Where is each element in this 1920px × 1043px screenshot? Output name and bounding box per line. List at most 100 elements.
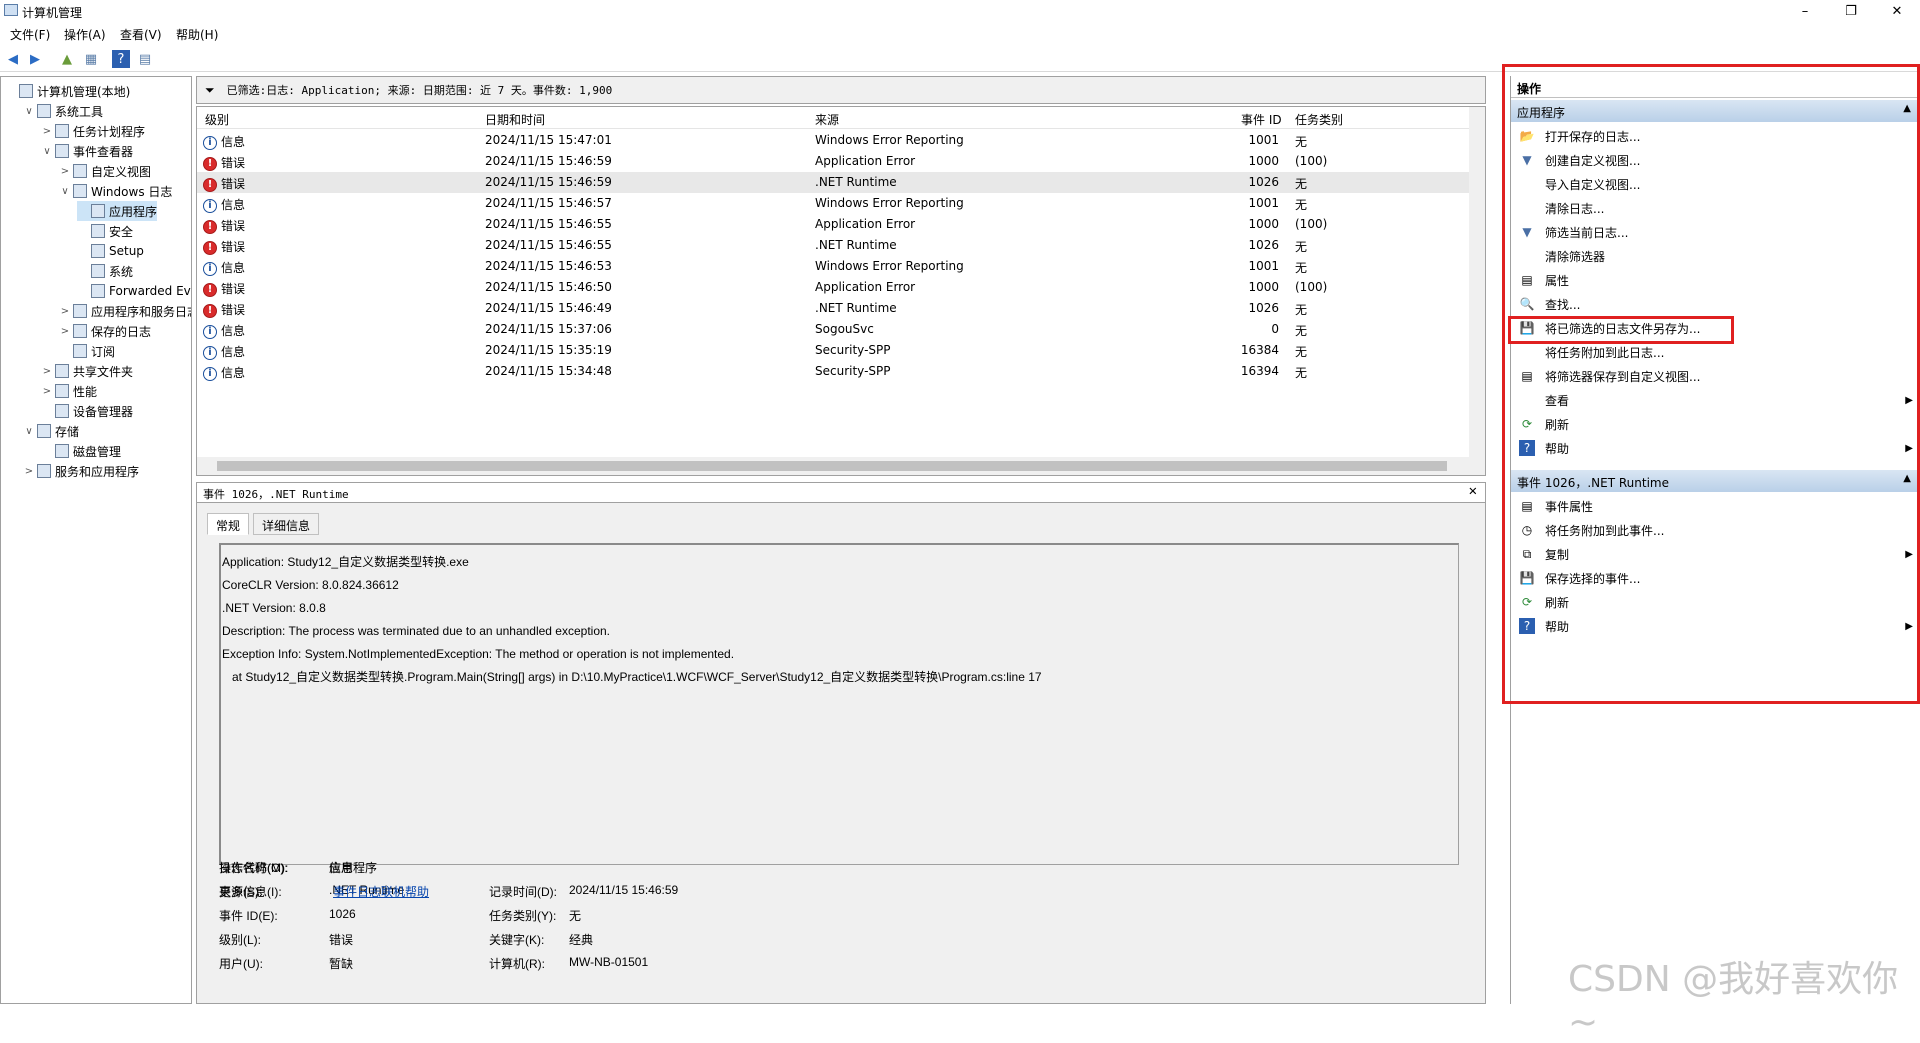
filter-bar: ⏷ 已筛选:日志: Application; 来源: 日期范围: 近 7 天。事… (196, 76, 1486, 104)
tree-item-label: 设备管理器 (73, 404, 134, 419)
tree-item[interactable]: 订阅 (59, 341, 115, 361)
tree-item[interactable]: > 性能 (41, 381, 97, 401)
tree-item[interactable]: ∨ 系统工具 (23, 101, 103, 121)
column-level[interactable]: 级别 (205, 111, 229, 128)
event-icon (55, 144, 69, 158)
info-icon: i (203, 345, 217, 360)
tree-item[interactable]: 安全 (77, 221, 133, 241)
event-id: 1026 (1248, 175, 1279, 189)
event-row[interactable]: i 信息 2024/11/15 15:47:01 Windows Error Repo… (197, 130, 1469, 151)
expand-chevron-icon[interactable]: > (59, 326, 71, 337)
menu-action[interactable]: 操作(A) (64, 26, 106, 43)
tab-general[interactable]: 常规 (207, 513, 250, 535)
minimize-button[interactable]: – (1782, 0, 1828, 22)
event-description[interactable]: Application: Study12_自定义数据类型转换.exe CoreC… (219, 543, 1459, 865)
expand-chevron-icon[interactable]: > (59, 166, 71, 177)
clock-icon (55, 124, 69, 138)
folder-icon (73, 184, 87, 198)
event-task-category: 无 (1295, 177, 1308, 191)
expand-chevron-icon[interactable]: ∨ (59, 186, 71, 197)
tree-item[interactable]: Setup (77, 241, 144, 261)
computer-icon (19, 84, 33, 98)
forward-arrow-icon[interactable]: ▶ (26, 50, 44, 68)
tree-item[interactable]: 磁盘管理 (41, 441, 121, 461)
storage-icon (37, 424, 51, 438)
event-level: ! 错误 (203, 175, 245, 192)
tree-item[interactable]: > 共享文件夹 (41, 361, 133, 381)
close-button[interactable]: ✕ (1874, 0, 1920, 22)
event-list-horizontal-scrollbar[interactable] (197, 457, 1485, 475)
event-source: .NET Runtime (815, 238, 897, 252)
tree-item[interactable]: > 保存的日志 (59, 321, 151, 341)
event-row[interactable]: i 信息 2024/11/15 15:35:19 Security-SPP 16384 无 (197, 340, 1469, 361)
tree-item[interactable]: Forwarded Eve (77, 281, 192, 301)
expand-chevron-icon[interactable]: > (41, 126, 53, 137)
event-source: Windows Error Reporting (815, 133, 964, 147)
tree-item[interactable]: > 服务和应用程序 (23, 461, 139, 481)
keywords-value: 经典 (569, 933, 594, 947)
tree-item[interactable]: ∨ Windows 日志 (59, 181, 172, 201)
scroll-thumb[interactable] (217, 461, 1447, 471)
maximize-button[interactable]: ❐ (1828, 0, 1874, 22)
window-title: 计算机管理 (22, 6, 83, 20)
tree-item[interactable]: 计算机管理(本地) (5, 81, 130, 101)
tree-item-label: 自定义视图 (91, 164, 152, 179)
column-source[interactable]: 来源 (815, 111, 839, 128)
navigation-tree[interactable]: 计算机管理(本地) ∨ 系统工具 > 任务计划程序 ∨ 事件查看器 > 自定义视图 ∨ Window… (0, 76, 192, 1004)
expand-chevron-icon[interactable]: ∨ (41, 146, 53, 157)
expand-chevron-icon[interactable]: ∨ (23, 106, 35, 117)
event-row[interactable]: i 信息 2024/11/15 15:46:53 Windows Error Repo… (197, 256, 1469, 277)
tree-item[interactable]: ∨ 事件查看器 (41, 141, 133, 161)
menu-help[interactable]: 帮助(H) (176, 26, 218, 43)
info-icon: i (203, 366, 217, 381)
up-folder-icon[interactable]: ▲ (58, 50, 76, 68)
expand-chevron-icon[interactable]: > (59, 306, 71, 317)
show-hide-tree-icon[interactable]: ▦ (82, 50, 100, 68)
expand-chevron-icon[interactable]: > (23, 466, 35, 477)
tree-item[interactable]: > 应用程序和服务日志 (59, 301, 191, 321)
tree-item-label: 安全 (109, 224, 134, 239)
event-row[interactable]: i 信息 2024/11/15 15:37:06 SogouSvc 0 无 (197, 319, 1469, 340)
event-row[interactable]: i 信息 2024/11/15 15:46:57 Windows Error Repo… (197, 193, 1469, 214)
column-task-category[interactable]: 任务类别 (1295, 111, 1343, 128)
column-datetime[interactable]: 日期和时间 (485, 111, 545, 128)
perf-icon (55, 384, 69, 398)
event-row[interactable]: ! 错误 2024/11/15 15:46:50 Application Error 1… (197, 277, 1469, 298)
event-task-category: 无 (1295, 261, 1308, 275)
tree-item[interactable]: > 自定义视图 (59, 161, 151, 181)
menu-view[interactable]: 查看(V) (120, 26, 162, 43)
more-info-value[interactable]: 事件日志联机帮助 (333, 883, 429, 900)
error-icon: ! (203, 156, 217, 171)
event-row[interactable]: ! 错误 2024/11/15 15:46:55 .NET Runtime 1026 无 (197, 235, 1469, 256)
menu-file[interactable]: 文件(F) (10, 26, 50, 43)
expand-chevron-icon[interactable]: > (41, 386, 53, 397)
event-datetime: 2024/11/15 15:34:48 (485, 364, 612, 378)
event-datetime: 2024/11/15 15:46:55 (485, 238, 612, 252)
tree-item-label: 磁盘管理 (73, 444, 122, 459)
tree-item[interactable]: 应用程序 (77, 201, 158, 221)
event-row[interactable]: ! 错误 2024/11/15 15:46:55 Application Error 1… (197, 214, 1469, 235)
event-row[interactable]: ! 错误 2024/11/15 15:46:59 Application Error 1… (197, 151, 1469, 172)
event-row[interactable]: i 信息 2024/11/15 15:34:48 Security-SPP 16394 无 (197, 361, 1469, 382)
tree-item[interactable]: ∨ 存储 (23, 421, 79, 441)
close-detail-icon[interactable]: ✕ (1469, 483, 1477, 499)
tree-item[interactable]: 设备管理器 (41, 401, 133, 421)
tree-item-label: Forwarded Eve (109, 284, 192, 298)
event-row[interactable]: ! 错误 2024/11/15 15:46:49 .NET Runtime 1026 无 (197, 298, 1469, 319)
event-task-category: 无 (1295, 345, 1308, 359)
properties-icon[interactable]: ▤ (136, 50, 154, 68)
back-arrow-icon[interactable]: ◀ (4, 50, 22, 68)
event-source: Application Error (815, 280, 916, 294)
filter-icon: ⏷ (205, 82, 215, 97)
tree-item[interactable]: > 任务计划程序 (41, 121, 145, 141)
column-event-id[interactable]: 事件 ID (1241, 111, 1282, 128)
tab-details[interactable]: 详细信息 (253, 513, 320, 535)
event-row[interactable]: ! 错误 2024/11/15 15:46:59 .NET Runtime 1026 无 (197, 172, 1469, 193)
level-text: 信息 (221, 324, 246, 338)
help-icon[interactable]: ? (112, 50, 130, 68)
expand-chevron-icon[interactable]: > (41, 366, 53, 377)
expand-chevron-icon[interactable]: ∨ (23, 426, 35, 437)
tree-item-label: 计算机管理(本地) (37, 84, 131, 99)
event-list-vertical-scrollbar[interactable] (1469, 107, 1485, 457)
tree-item[interactable]: 系统 (77, 261, 133, 281)
